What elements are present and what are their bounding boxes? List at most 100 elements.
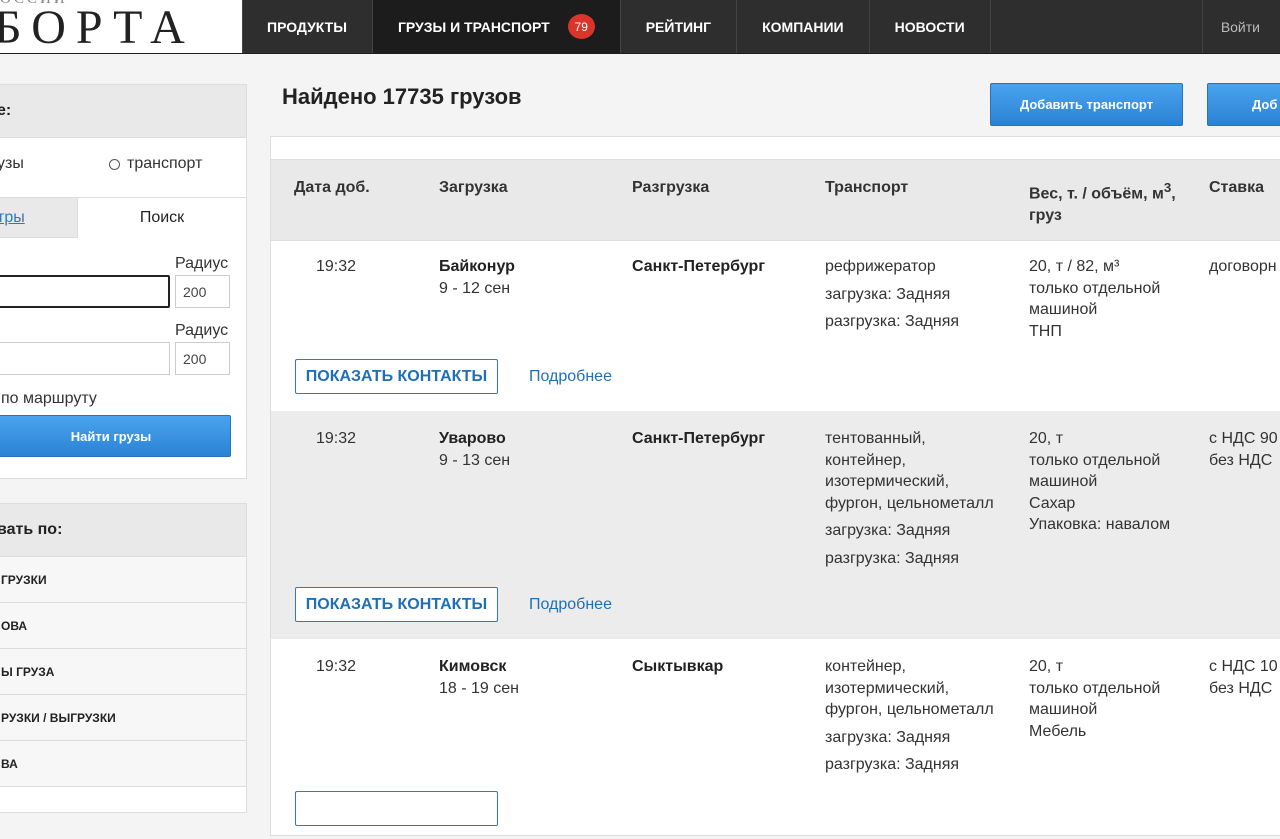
row-weight: 20, т / 82, м³ только отдельной машиной …	[1029, 256, 1160, 342]
row-load: Кимовск 18 - 19 сен	[439, 656, 519, 699]
transport-type: изотермический,	[825, 679, 950, 697]
transport-type: тентованный,	[825, 430, 926, 447]
col-weight-line2: груз	[1029, 207, 1062, 225]
login-link[interactable]: Войти	[1201, 0, 1260, 53]
transport-type: контейнер,	[825, 658, 906, 675]
col-weight-label: Вес, т. / объём, м	[1029, 185, 1164, 203]
rate-value: с НДС 10	[1209, 658, 1278, 675]
loading-type: загрузка: Задняя	[825, 522, 951, 539]
table-header: Дата доб. Загрузка Разгрузка Транспорт В…	[271, 159, 1280, 241]
sort-panel: вать по: ГРУЗКИ ОВА Ы ГРУЗА РУЗКИ / ВЫГР…	[0, 503, 247, 813]
find-cargo-button[interactable]: Найти грузы	[0, 415, 231, 457]
row-transport: контейнер, изотермический, фургон, цельн…	[825, 656, 994, 776]
row-unload: Сыктывкар	[632, 656, 723, 678]
radius-label-from: Радиус	[175, 255, 229, 272]
to-city-input[interactable]	[0, 342, 170, 375]
sort-option[interactable]: Ы ГРУЗА	[0, 649, 246, 695]
col-date[interactable]: Дата доб.	[294, 177, 370, 199]
nav-label: КОМПАНИИ	[762, 18, 844, 35]
nav-label: НОВОСТИ	[894, 18, 965, 35]
col-unload[interactable]: Разгрузка	[632, 177, 709, 199]
nav-item-news[interactable]: НОВОСТИ	[870, 0, 991, 53]
radio-transport-label: транспорт	[127, 155, 203, 172]
cargo-packaging: Упаковка: навалом	[1029, 516, 1171, 533]
logo-text: БОРТА	[0, 1, 195, 53]
radio-circle-icon	[109, 158, 120, 170]
tab-filters[interactable]: тры	[0, 198, 78, 238]
row-load: Уварово 9 - 13 сен	[439, 428, 510, 471]
transport-type: контейнер,	[825, 451, 906, 469]
filter-panel-title: е:	[0, 85, 246, 138]
nav-item-companies[interactable]: КОМПАНИИ	[737, 0, 870, 53]
unload-city: Санкт-Петербург	[632, 258, 765, 275]
load-city: Байконур	[439, 258, 515, 275]
site-logo[interactable]: ОССИИ БОРТА	[0, 0, 243, 53]
row-time: 19:32	[316, 430, 357, 447]
row-rate: с НДС 10 без НДС	[1209, 656, 1278, 699]
unloading-type: разгрузка: Задняя	[825, 549, 960, 567]
rate-value: без НДС	[1209, 679, 1273, 697]
table-row: 19:32 Уварово 9 - 13 сен Санкт-Петербург …	[271, 411, 1280, 639]
sort-option[interactable]: ГРУЗКИ	[0, 557, 246, 603]
row-transport: рефрижератор загрузка: Задняя разгрузка:…	[825, 256, 959, 333]
add-cargo-button[interactable]: Доб	[1207, 83, 1280, 126]
row-transport: тентованный, контейнер, изотермический, …	[825, 428, 994, 569]
route-search-label[interactable]: по маршруту	[1, 390, 97, 408]
transport-type: рефрижератор	[825, 258, 936, 275]
sort-option[interactable]: ОВА	[0, 603, 246, 649]
tab-search[interactable]: Поиск	[78, 198, 246, 238]
transport-type: изотермический,	[825, 473, 950, 490]
filter-tabs: тры Поиск	[0, 197, 246, 238]
weight-note: только отдельной	[1029, 451, 1161, 469]
weight-volume: 20, т	[1029, 430, 1064, 447]
unloading-type: разгрузка: Задняя	[825, 313, 960, 330]
col-transport[interactable]: Транспорт	[825, 177, 908, 199]
weight-note: только отдельной	[1029, 679, 1161, 697]
cargo-name: Сахар	[1029, 494, 1076, 512]
add-transport-button[interactable]: Добавить транспорт	[990, 83, 1183, 126]
main-nav: ПРОДУКТЫ ГРУЗЫ И ТРАНСПОРТ 79 РЕЙТИНГ КО…	[242, 0, 991, 53]
unloading-type: разгрузка: Задняя	[825, 756, 960, 773]
radius-label-to: Радиус	[175, 322, 229, 339]
cargo-name: ТНП	[1029, 322, 1062, 340]
to-label: :	[0, 322, 1, 340]
sort-option[interactable]: РУЗКИ / ВЫГРУЗКИ	[0, 695, 246, 741]
load-dates: 9 - 13 сен	[439, 451, 511, 469]
tab-filters-label: тры	[0, 208, 25, 226]
row-time: 19:32	[316, 258, 357, 275]
show-contacts-button[interactable]: ПОКАЗАТЬ КОНТАКТЫ	[295, 359, 498, 394]
show-contacts-button[interactable]	[295, 791, 498, 826]
unload-city: Санкт-Петербург	[632, 430, 765, 447]
details-link[interactable]: Подробнее	[529, 368, 612, 386]
nav-item-cargo-transport[interactable]: ГРУЗЫ И ТРАНСПОРТ 79	[372, 0, 621, 53]
from-city-input[interactable]	[0, 275, 170, 308]
nav-item-rating[interactable]: РЕЙТИНГ	[621, 0, 738, 53]
row-weight: 20, т только отдельной машиной Сахар Упа…	[1029, 428, 1170, 536]
row-rate: с НДС 90 без НДС	[1209, 428, 1278, 471]
table-row: 19:32 Кимовск 18 - 19 сен Сыктывкар конте…	[271, 639, 1280, 839]
col-load[interactable]: Загрузка	[439, 177, 508, 199]
col-weight[interactable]: Вес, т. / объём, м3, груз	[1029, 177, 1176, 227]
load-city: Уварово	[439, 430, 506, 447]
nav-item-products[interactable]: ПРОДУКТЫ	[242, 0, 373, 53]
weight-volume: 20, т / 82, м³	[1029, 258, 1120, 275]
details-link[interactable]: Подробнее	[529, 596, 612, 614]
radius-to-input[interactable]: 200	[175, 342, 230, 375]
row-unload: Санкт-Петербург	[632, 256, 765, 278]
table-row: 19:32 Байконур 9 - 12 сен Санкт-Петербург…	[271, 239, 1280, 411]
load-dates: 18 - 19 сен	[439, 679, 519, 697]
radio-cargo[interactable]: узы	[0, 155, 24, 173]
radio-transport[interactable]: транспорт	[109, 155, 202, 173]
cargo-name: Мебель	[1029, 722, 1087, 740]
nav-label: РЕЙТИНГ	[645, 18, 712, 35]
unload-city: Сыктывкар	[632, 658, 724, 675]
radius-from-input[interactable]: 200	[175, 275, 230, 308]
row-time: 19:32	[316, 658, 357, 675]
col-rate[interactable]: Ставка	[1209, 177, 1264, 199]
col-weight-tail: ,	[1171, 185, 1176, 203]
row-weight: 20, т только отдельной машиной Мебель	[1029, 656, 1160, 742]
show-contacts-button[interactable]: ПОКАЗАТЬ КОНТАКТЫ	[295, 587, 498, 622]
weight-note: машиной	[1029, 701, 1098, 718]
sort-option[interactable]: ВА	[0, 741, 246, 787]
results-table: Дата доб. Загрузка Разгрузка Транспорт В…	[270, 136, 1280, 836]
